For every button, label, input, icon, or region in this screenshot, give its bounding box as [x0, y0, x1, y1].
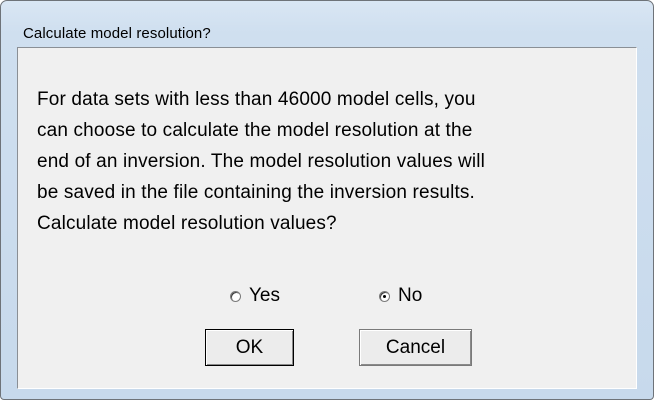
- cancel-button[interactable]: Cancel: [359, 329, 472, 366]
- yes-radio-button[interactable]: [230, 290, 241, 302]
- resolution-option-group: Yes No: [18, 281, 636, 311]
- dialog-window: Calculate model resolution? For data set…: [0, 0, 654, 400]
- message-text: For data sets with less than 46000 model…: [37, 84, 637, 239]
- no-radio-button[interactable]: [379, 290, 390, 302]
- message-line: For data sets with less than 46000 model…: [37, 89, 476, 110]
- no-radio-label[interactable]: No: [398, 281, 422, 311]
- title-bar[interactable]: Calculate model resolution?: [1, 1, 653, 47]
- message-line: Calculate model resolution values?: [37, 213, 337, 234]
- message-line: end of an inversion. The model resolutio…: [37, 151, 486, 172]
- window-title: Calculate model resolution?: [23, 25, 211, 42]
- message-line: can choose to calculate the model resolu…: [37, 120, 473, 141]
- dialog-content: For data sets with less than 46000 model…: [17, 47, 637, 389]
- yes-radio-option[interactable]: Yes: [230, 281, 280, 311]
- no-radio-option[interactable]: No: [379, 281, 422, 311]
- radio-selected-dot: [383, 294, 386, 298]
- message-line: be saved in the file containing the inve…: [37, 182, 475, 203]
- ok-button[interactable]: OK: [205, 329, 294, 366]
- yes-radio-label[interactable]: Yes: [249, 281, 280, 311]
